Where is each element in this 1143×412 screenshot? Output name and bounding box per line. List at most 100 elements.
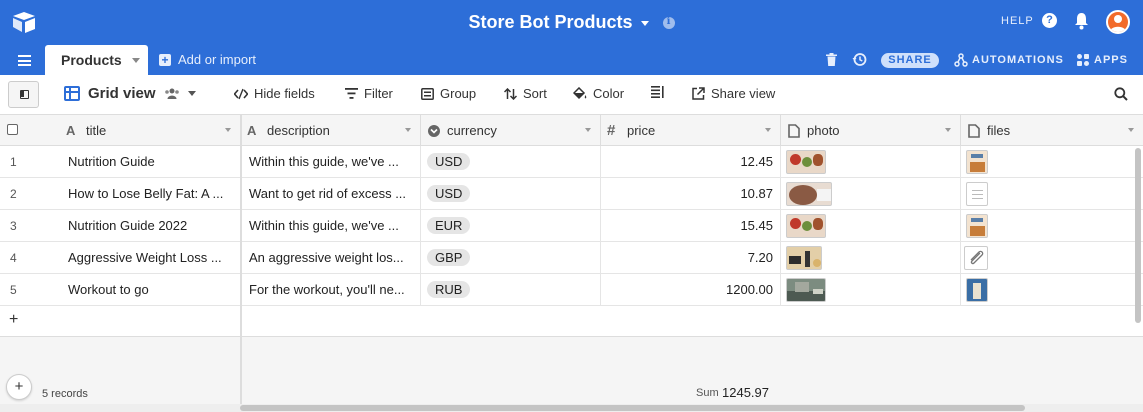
cell-currency[interactable]: USD xyxy=(421,146,601,177)
cell-price[interactable]: 10.87 xyxy=(601,178,781,209)
frozen-column-divider[interactable] xyxy=(240,115,242,412)
table-row[interactable]: 3 Nutrition Guide 2022 Within this guide… xyxy=(0,210,1143,242)
column-header-title[interactable]: A title xyxy=(60,115,241,146)
bell-icon[interactable] xyxy=(1074,12,1089,30)
cell-files[interactable] xyxy=(961,210,1143,241)
add-record-row[interactable]: + xyxy=(0,306,1143,337)
automations-button[interactable]: AUTOMATIONS xyxy=(954,53,1064,67)
cell-description[interactable]: Within this guide, we've ... xyxy=(241,146,421,177)
plus-icon[interactable]: + xyxy=(9,311,18,329)
cell-description[interactable]: Within this guide, we've ... xyxy=(241,210,421,241)
cell-title[interactable]: Workout to go xyxy=(60,274,241,305)
table-row[interactable]: 2 How to Lose Belly Fat: A ... Want to g… xyxy=(0,178,1143,210)
column-header-price[interactable]: # price xyxy=(601,115,781,146)
photo-thumbnail[interactable] xyxy=(786,245,822,270)
cell-description[interactable]: For the workout, you'll ne... xyxy=(241,274,421,305)
document-icon[interactable] xyxy=(966,181,988,206)
cell-description[interactable]: An aggressive weight los... xyxy=(241,242,421,273)
cell-title[interactable]: Aggressive Weight Loss ... xyxy=(60,242,241,273)
base-title-text[interactable]: Store Bot Products xyxy=(468,12,632,33)
filter-label: Filter xyxy=(364,86,393,101)
menu-icon[interactable] xyxy=(18,55,31,66)
photo-thumbnail[interactable] xyxy=(786,213,826,238)
table-row[interactable]: 1 Nutrition Guide Within this guide, we'… xyxy=(0,146,1143,178)
help-link[interactable]: HELP xyxy=(1001,15,1034,27)
info-icon[interactable] xyxy=(662,16,675,29)
sidebar-toggle-button[interactable] xyxy=(8,81,39,108)
chevron-down-icon[interactable] xyxy=(585,128,591,132)
table-row[interactable]: 4 Aggressive Weight Loss ... An aggressi… xyxy=(0,242,1143,274)
cell-photo[interactable] xyxy=(781,146,961,177)
cell-photo[interactable] xyxy=(781,178,961,209)
photo-thumbnail[interactable] xyxy=(786,181,832,206)
user-avatar[interactable] xyxy=(1106,10,1130,34)
cell-files[interactable] xyxy=(961,178,1143,209)
cell-price[interactable]: 12.45 xyxy=(601,146,781,177)
cell-files[interactable] xyxy=(961,274,1143,305)
column-header-currency[interactable]: currency xyxy=(421,115,601,146)
view-switcher[interactable]: Grid view xyxy=(64,85,196,102)
chevron-down-icon[interactable] xyxy=(945,128,951,132)
cell-currency[interactable]: EUR xyxy=(421,210,601,241)
row-height-button[interactable] xyxy=(651,86,665,98)
cell-title[interactable]: How to Lose Belly Fat: A ... xyxy=(60,178,241,209)
chevron-down-icon[interactable] xyxy=(1128,128,1134,132)
history-icon[interactable] xyxy=(852,52,867,67)
table-row[interactable]: 5 Workout to go For the workout, you'll … xyxy=(0,274,1143,306)
cell-price[interactable]: 1200.00 xyxy=(601,274,781,305)
add-or-import-button[interactable]: + Add or import xyxy=(159,52,256,67)
file-thumbnail[interactable] xyxy=(966,213,988,238)
cell-currency[interactable]: RUB xyxy=(421,274,601,305)
sort-button[interactable]: Sort xyxy=(504,86,547,101)
summary-label[interactable]: Sum xyxy=(696,387,719,399)
cell-price[interactable]: 15.45 xyxy=(601,210,781,241)
chevron-down-icon[interactable] xyxy=(225,128,231,132)
cell-photo[interactable] xyxy=(781,274,961,305)
cell-price[interactable]: 7.20 xyxy=(601,242,781,273)
currency-pill: USD xyxy=(427,185,471,202)
cell-photo[interactable] xyxy=(781,210,961,241)
search-icon[interactable] xyxy=(1114,87,1128,101)
horizontal-scrollbar[interactable] xyxy=(0,404,1143,412)
apps-button[interactable]: APPS xyxy=(1076,53,1128,67)
row-height-icon xyxy=(651,86,664,98)
cell-title[interactable]: Nutrition Guide xyxy=(60,146,241,177)
hide-fields-button[interactable]: Hide fields xyxy=(234,86,315,101)
cell-files[interactable] xyxy=(961,242,1143,273)
photo-thumbnail[interactable] xyxy=(786,277,826,302)
trash-icon[interactable] xyxy=(826,53,837,66)
automations-label: AUTOMATIONS xyxy=(972,54,1064,66)
cell-currency[interactable]: GBP xyxy=(421,242,601,273)
horizontal-scroll-thumb[interactable] xyxy=(240,405,1025,411)
chevron-down-icon[interactable] xyxy=(640,21,649,26)
chevron-down-icon[interactable] xyxy=(765,128,771,132)
add-record-button[interactable]: + xyxy=(6,374,32,400)
cell-title[interactable]: Nutrition Guide 2022 xyxy=(60,210,241,241)
group-button[interactable]: Group xyxy=(421,86,476,101)
add-or-import-label: Add or import xyxy=(178,52,257,67)
help-icon[interactable]: ? xyxy=(1042,13,1057,28)
base-title[interactable]: Store Bot Products xyxy=(0,12,1143,33)
vertical-scrollbar[interactable] xyxy=(1135,148,1141,323)
cell-files[interactable] xyxy=(961,146,1143,177)
chevron-down-icon[interactable] xyxy=(405,128,411,132)
cell-description[interactable]: Want to get rid of excess ... xyxy=(241,178,421,209)
color-button[interactable]: Color xyxy=(573,86,624,101)
column-header-description[interactable]: A description xyxy=(241,115,421,146)
cell-photo[interactable] xyxy=(781,242,961,273)
file-thumbnail[interactable] xyxy=(966,277,988,302)
photo-thumbnail[interactable] xyxy=(786,149,826,174)
file-thumbnail[interactable] xyxy=(966,149,988,174)
column-header-files[interactable]: files xyxy=(961,115,1143,146)
chevron-down-icon[interactable] xyxy=(132,58,140,63)
select-all-checkbox[interactable] xyxy=(7,124,18,135)
tab-products[interactable]: Products xyxy=(45,45,148,75)
tab-label[interactable]: Products xyxy=(61,52,122,68)
share-button[interactable]: SHARE xyxy=(881,53,939,68)
column-header-photo[interactable]: photo xyxy=(781,115,961,146)
summary-value[interactable]: 1245.97 xyxy=(722,385,769,400)
filter-button[interactable]: Filter xyxy=(345,86,393,101)
paperclip-icon[interactable] xyxy=(964,245,988,270)
share-view-button[interactable]: Share view xyxy=(692,86,775,101)
cell-currency[interactable]: USD xyxy=(421,178,601,209)
